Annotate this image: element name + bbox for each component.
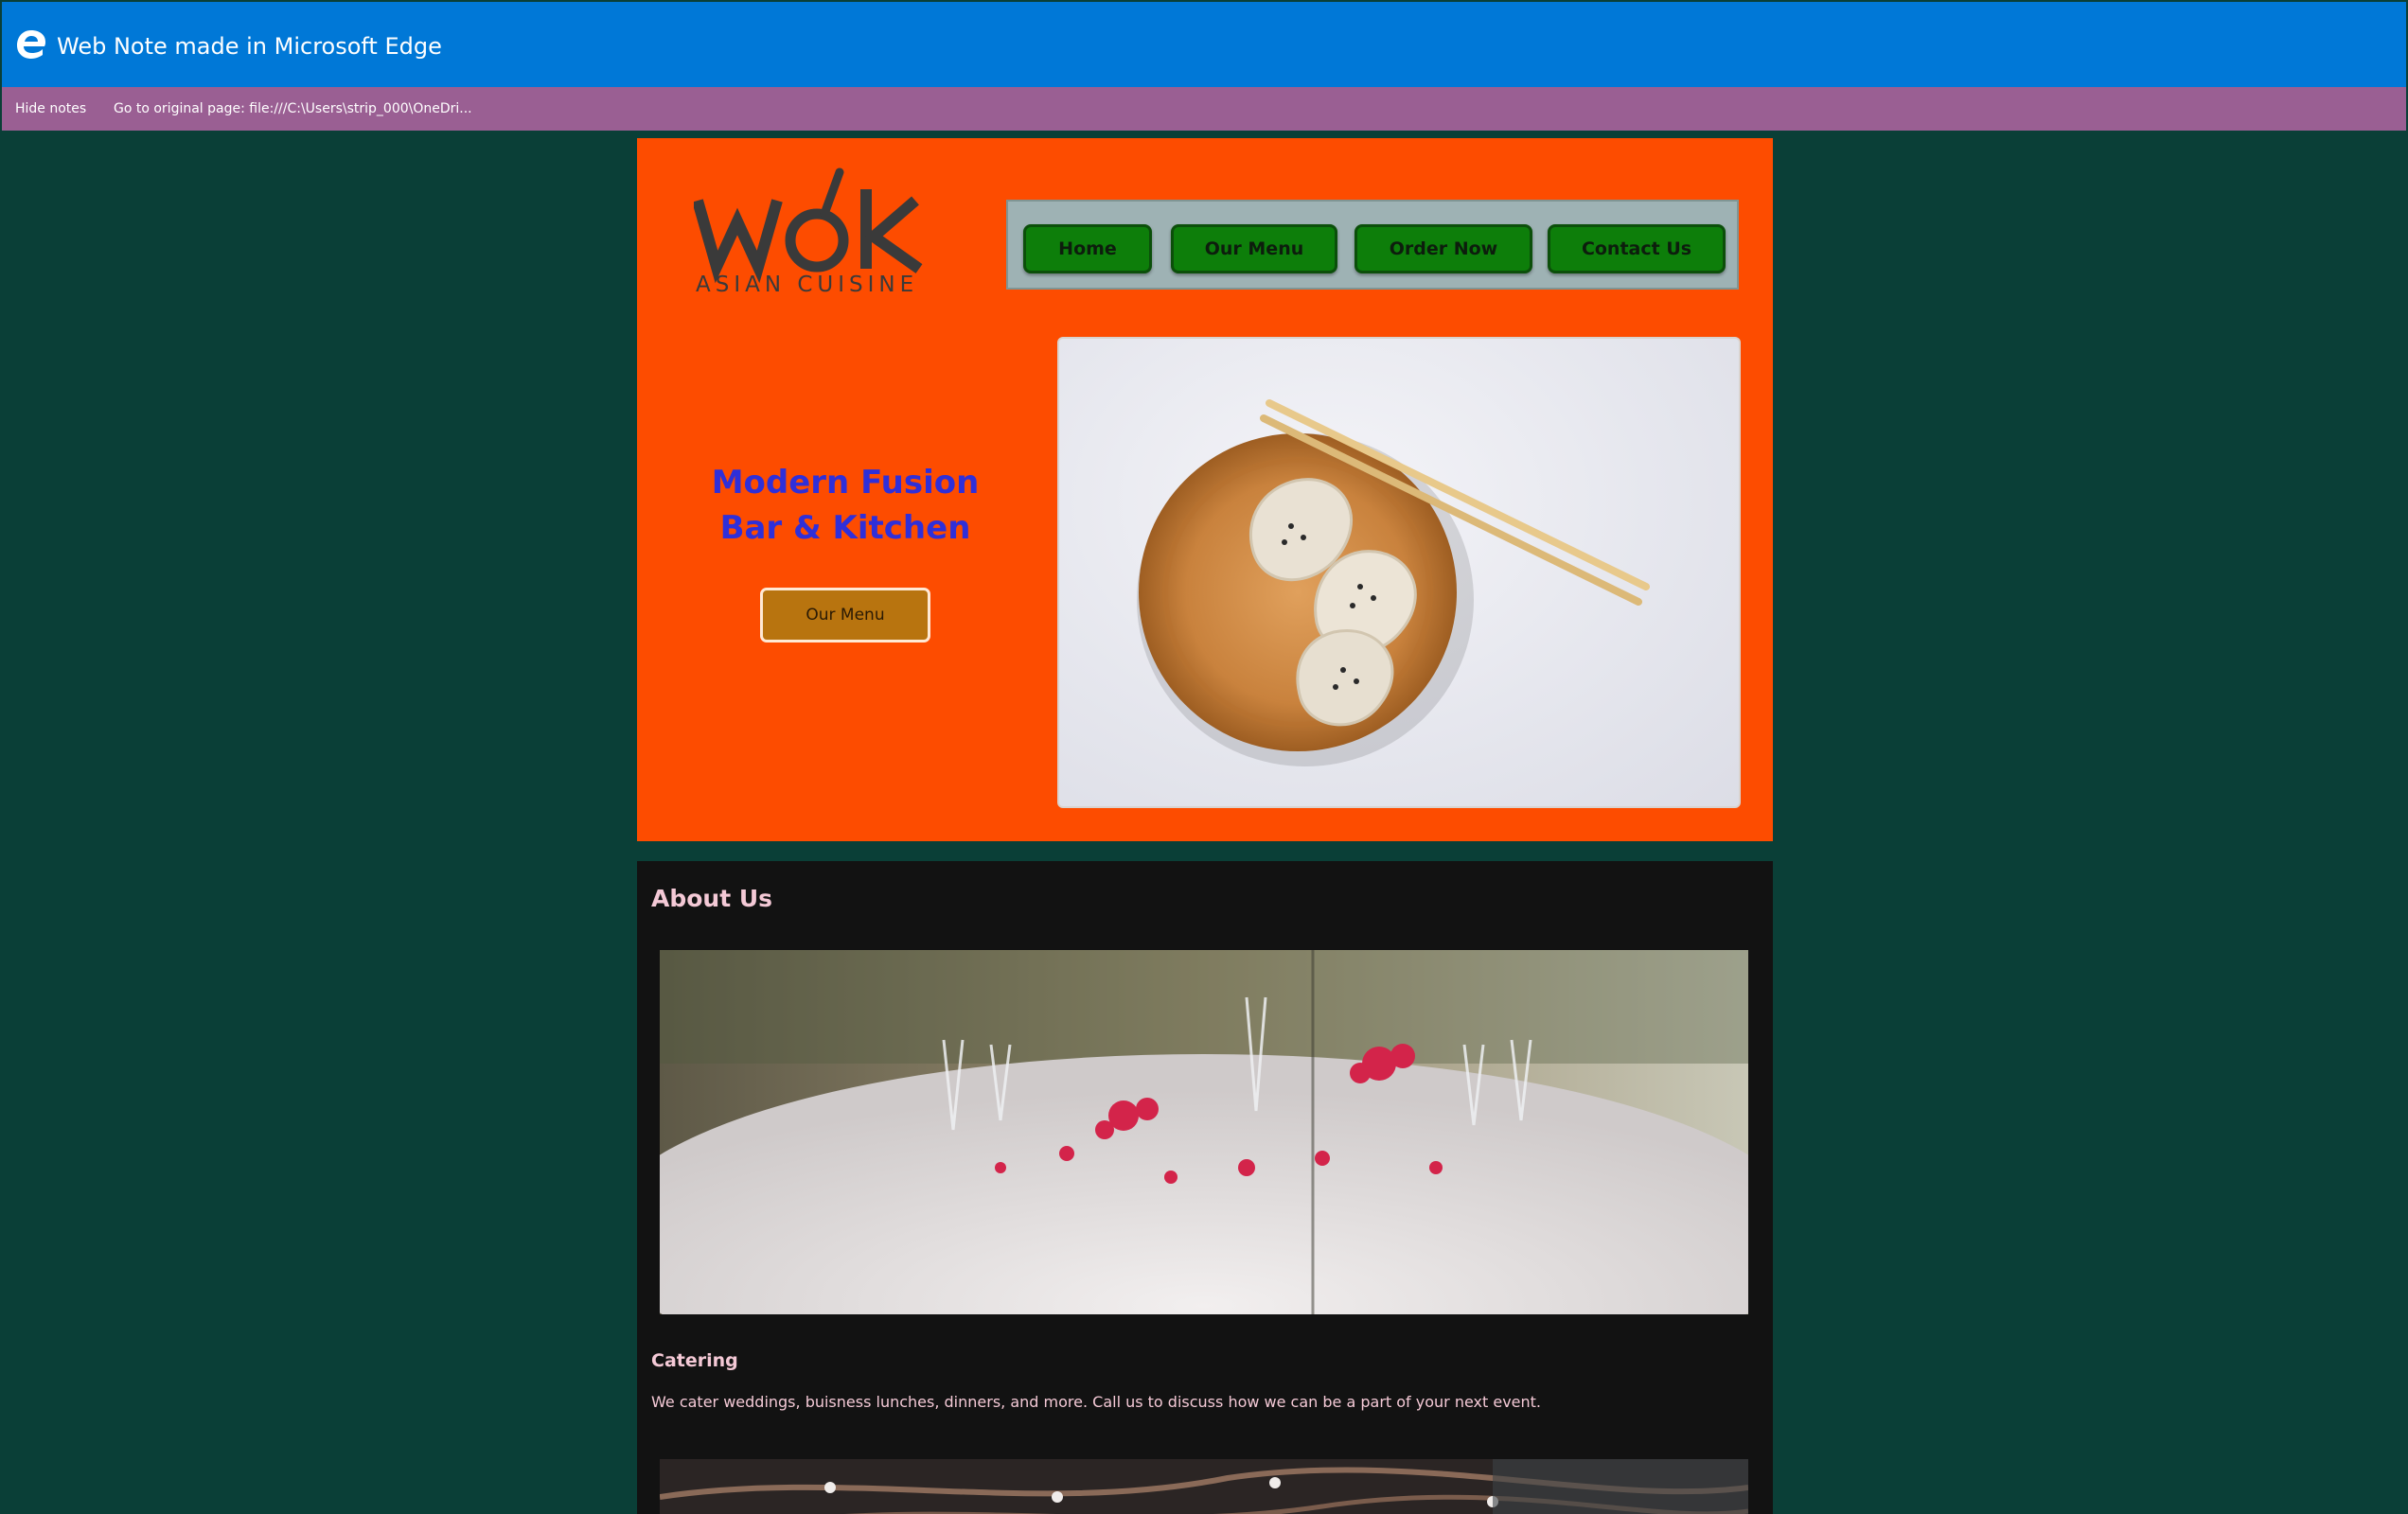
main-nav: Home Our Menu Order Now Contact Us xyxy=(1006,200,1739,290)
nav-our-menu-button[interactable]: Our Menu xyxy=(1171,224,1337,273)
go-to-original-page-link[interactable]: Go to original page: file:///C:\Users\st… xyxy=(114,100,472,117)
banquet-table-photo xyxy=(660,950,1748,1314)
second-section-photo xyxy=(660,1459,1748,1514)
catering-title: Catering xyxy=(651,1350,738,1371)
about-section: About Us Catering We cater weddings, bui… xyxy=(637,861,1773,1514)
nav-home-button[interactable]: Home xyxy=(1023,224,1152,273)
wok-logo[interactable]: ASIAN CUISINE xyxy=(694,163,940,295)
our-menu-cta-button[interactable]: Our Menu xyxy=(760,588,930,643)
hero-section: ASIAN CUISINE Home Our Menu Order Now Co… xyxy=(637,138,1773,841)
headline-line-2: Bar & Kitchen xyxy=(719,509,971,547)
about-heading: About Us xyxy=(651,885,773,912)
dumplings-photo xyxy=(1057,337,1741,808)
catering-text: We cater weddings, buisness lunches, din… xyxy=(651,1393,1542,1411)
web-note-toolbar: Hide notes Go to original page: file:///… xyxy=(2,87,2406,131)
nav-order-now-button[interactable]: Order Now xyxy=(1354,224,1532,273)
logo-tagline: ASIAN CUISINE xyxy=(696,273,918,295)
window-title-bar: Web Note made in Microsoft Edge xyxy=(2,2,2406,87)
hide-notes-link[interactable]: Hide notes xyxy=(15,100,86,117)
nav-contact-us-button[interactable]: Contact Us xyxy=(1548,224,1726,273)
edge-logo-icon xyxy=(17,30,45,59)
window-title: Web Note made in Microsoft Edge xyxy=(57,33,442,60)
hero-headline: Modern Fusion Bar & Kitchen xyxy=(694,460,997,551)
headline-line-1: Modern Fusion xyxy=(711,464,980,502)
